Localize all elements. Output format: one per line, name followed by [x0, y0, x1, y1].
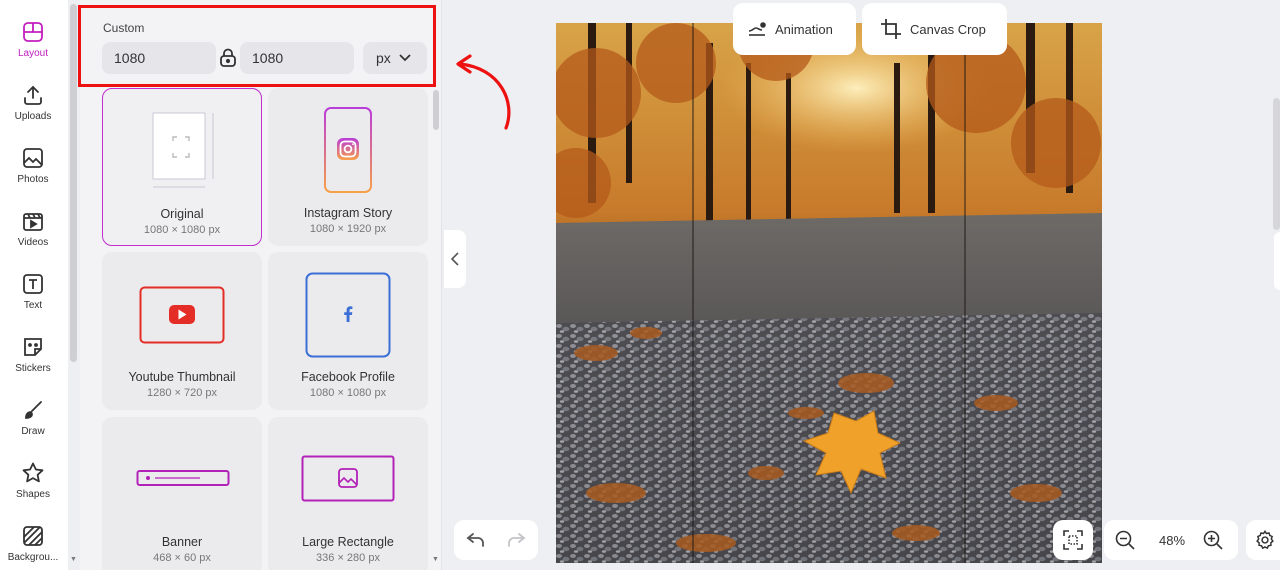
sidebar-item-label: Draw [21, 426, 45, 437]
instagram-icon [324, 107, 372, 193]
sidebar-rail: Layout Uploads Photos Videos Text Sticke… [0, 0, 68, 570]
canvas-scrollbar[interactable] [1273, 98, 1280, 230]
sidebar-item-label: Text [23, 300, 43, 311]
annotation-arrow-icon [456, 54, 511, 130]
facebook-icon [305, 272, 391, 358]
sidebar-scrollbar[interactable] [70, 4, 77, 362]
canvas-image[interactable] [556, 23, 1102, 563]
animation-icon [748, 22, 766, 36]
sidebar-item-photos[interactable]: Photos [0, 140, 66, 200]
right-panel-tab[interactable] [1274, 232, 1280, 290]
sidebar-item-layout[interactable]: Layout [0, 14, 66, 74]
sidebar-item-label: Stickers [15, 363, 51, 374]
undo-redo-group [454, 520, 538, 560]
preset-title: Youtube Thumbnail [128, 370, 236, 384]
zoom-in-icon[interactable] [1202, 529, 1224, 551]
gear-icon [1256, 529, 1274, 550]
animation-label: Animation [775, 21, 833, 37]
settings-button[interactable] [1246, 520, 1280, 560]
preset-size: 1080 × 1920 px [309, 223, 387, 235]
preset-card-banner[interactable]: Banner 468 × 60 px [102, 417, 262, 570]
preset-card-large-rectangle[interactable]: Large Rectangle 336 × 280 px [268, 417, 428, 570]
fit-screen-icon [1063, 530, 1083, 550]
layout-panel: Custom px Original 1080 × 1080 px Instag… [78, 0, 442, 570]
width-input[interactable] [102, 42, 216, 74]
sidebar-item-shapes[interactable]: Shapes [0, 455, 66, 515]
preset-title: Large Rectangle [302, 535, 394, 549]
preset-size: 468 × 60 px [153, 552, 211, 564]
fit-to-screen-button[interactable] [1053, 520, 1093, 560]
preset-card-instagram-story[interactable]: Instagram Story 1080 × 1920 px [268, 88, 428, 246]
zoom-controls: 48% [1104, 520, 1238, 560]
square-frame-icon [152, 112, 214, 188]
zoom-out-icon[interactable] [1114, 529, 1136, 551]
lock-icon[interactable] [219, 48, 237, 68]
unit-select-value: px [376, 50, 391, 66]
zoom-level[interactable]: 48% [1152, 533, 1192, 548]
brush-icon [25, 401, 42, 419]
banner-icon [136, 470, 230, 486]
text-icon [23, 274, 43, 294]
collapse-panel-button[interactable] [444, 230, 466, 288]
sidebar-item-stickers[interactable]: Stickers [0, 329, 66, 389]
sidebar-item-draw[interactable]: Draw [0, 392, 66, 452]
youtube-icon [139, 286, 225, 344]
layout-icon [23, 22, 43, 42]
sidebar-item-label: Layout [17, 48, 49, 59]
sidebar-item-label: Videos [17, 237, 49, 248]
preset-card-original[interactable]: Original 1080 × 1080 px [102, 88, 262, 246]
custom-size-label: Custom [103, 21, 145, 35]
redo-icon[interactable] [504, 528, 528, 552]
background-icon [23, 526, 43, 546]
sidebar-item-uploads[interactable]: Uploads [0, 77, 66, 137]
canvas-crop-button[interactable]: Canvas Crop [862, 3, 1007, 55]
sidebar-item-label: Photos [17, 174, 49, 185]
undo-icon[interactable] [464, 528, 488, 552]
forest-path-photo [556, 23, 1102, 563]
preset-title: Instagram Story [303, 206, 393, 220]
video-icon [23, 213, 43, 231]
unit-select[interactable]: px [363, 42, 427, 74]
panel-scrollbar[interactable] [433, 90, 439, 130]
crop-icon [881, 19, 901, 39]
sidebar-item-text[interactable]: Text [0, 266, 66, 326]
sticker-icon [24, 338, 42, 356]
preset-size: 1080 × 1080 px [309, 387, 387, 399]
chevron-left-icon [451, 252, 459, 266]
preset-card-youtube-thumbnail[interactable]: Youtube Thumbnail 1280 × 720 px [102, 252, 262, 410]
image-icon [23, 148, 43, 168]
preset-card-facebook-profile[interactable]: Facebook Profile 1080 × 1080 px [268, 252, 428, 410]
preset-size: 1280 × 720 px [146, 387, 218, 399]
sidebar-item-label: Uploads [14, 111, 52, 122]
preset-size: 1080 × 1080 px [143, 224, 221, 236]
sidebar-scroll-down-icon[interactable]: ▼ [70, 556, 77, 563]
preset-size: 336 × 280 px [316, 552, 380, 564]
preset-title: Banner [161, 535, 203, 549]
rectangle-image-icon [301, 455, 395, 502]
star-icon [22, 462, 44, 483]
upload-icon [24, 85, 42, 105]
height-input[interactable] [240, 42, 354, 74]
preset-title: Original [160, 207, 204, 221]
sidebar-item-videos[interactable]: Videos [0, 203, 66, 263]
canvas-crop-label: Canvas Crop [910, 21, 986, 37]
preset-title: Facebook Profile [301, 370, 395, 384]
sidebar-item-backgrounds[interactable]: Backgrou... [0, 518, 66, 570]
chevron-down-icon [399, 54, 411, 62]
panel-scroll-down-icon[interactable]: ▼ [432, 556, 439, 563]
animation-button[interactable]: Animation [733, 3, 856, 55]
sidebar-item-label: Shapes [16, 489, 50, 500]
sidebar-item-label: Backgrou... [7, 552, 59, 563]
